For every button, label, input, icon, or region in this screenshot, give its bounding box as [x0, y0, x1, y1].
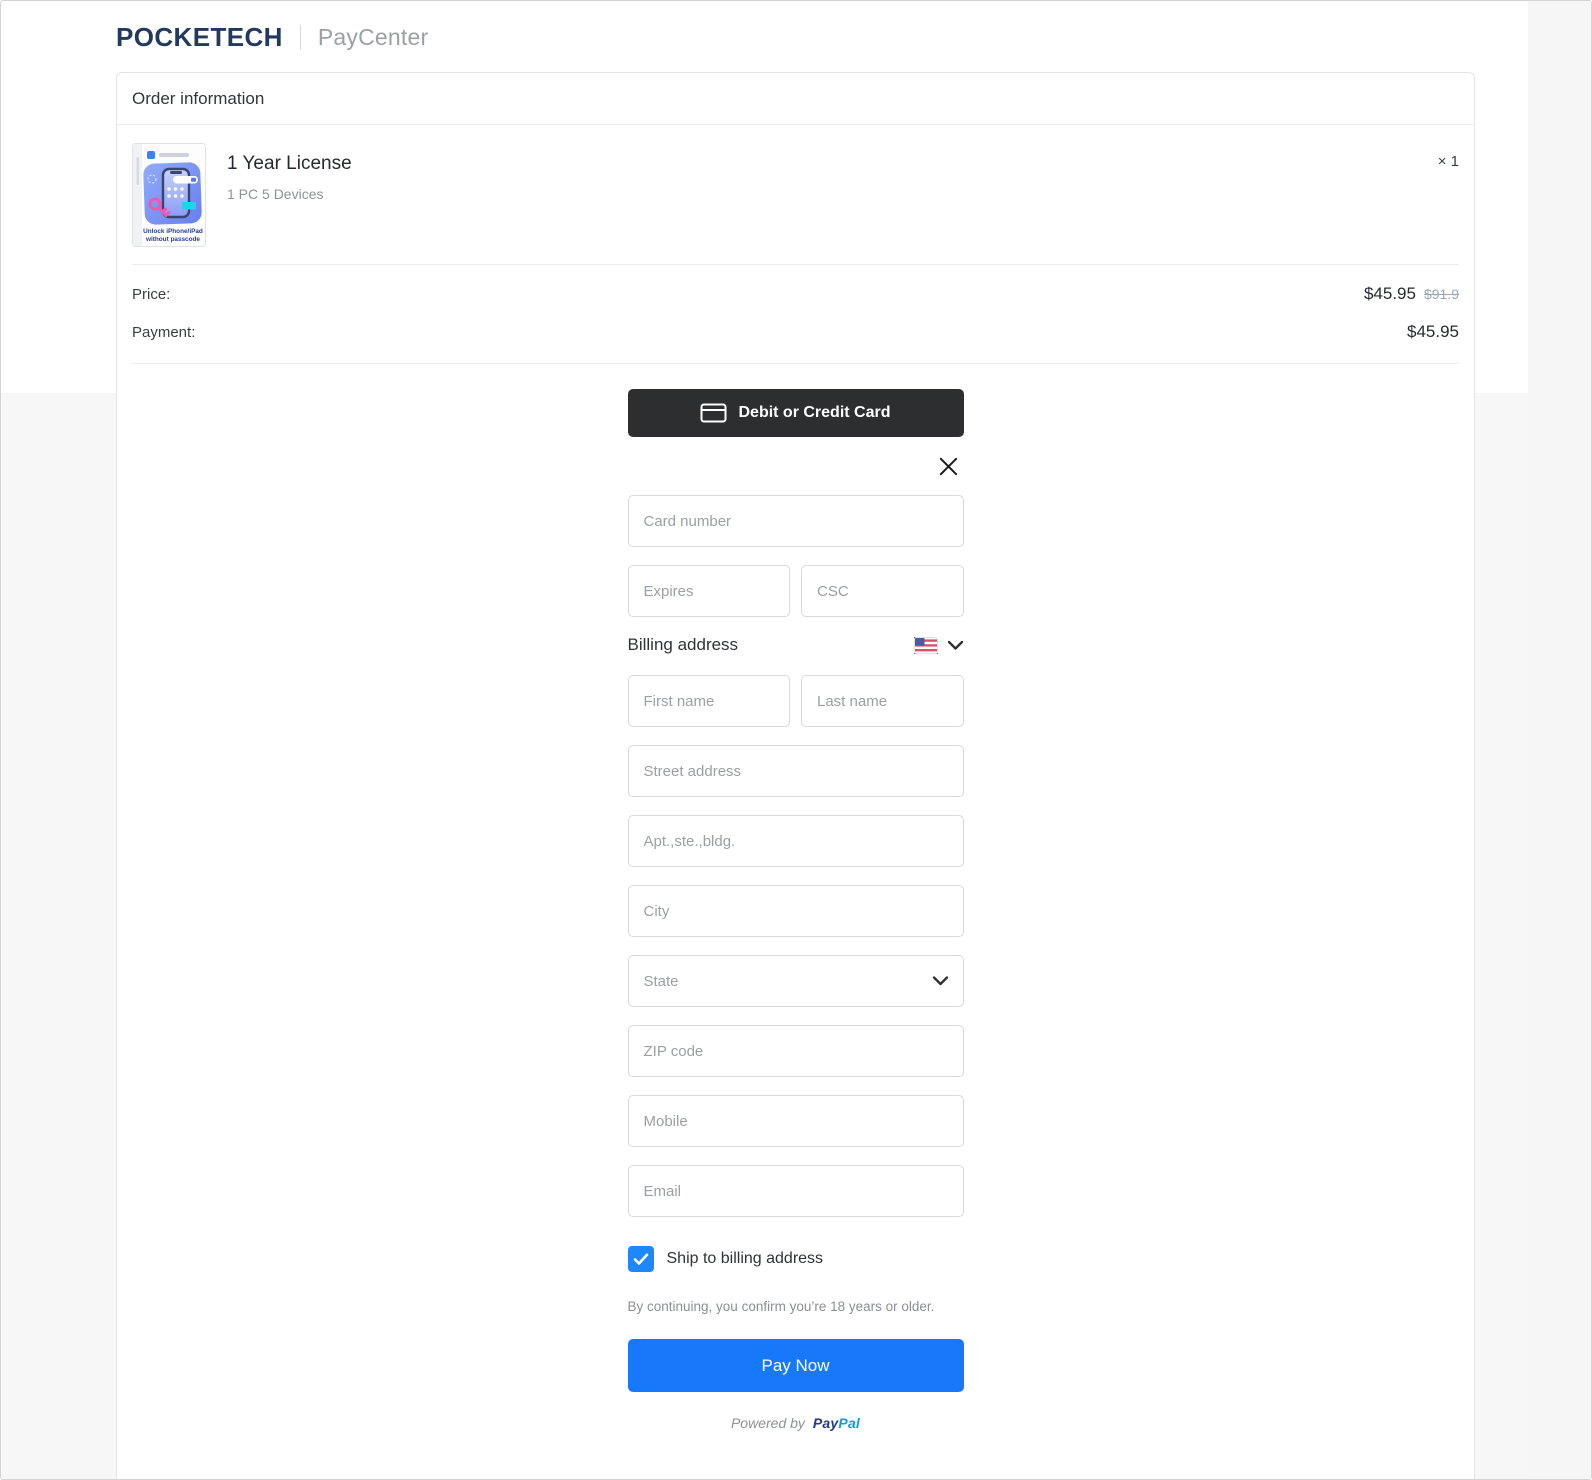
- order-section-title: Order information: [117, 73, 1474, 125]
- brand-divider: [300, 25, 301, 50]
- credit-card-icon: [700, 403, 727, 423]
- top-brand-bar: POCKETECH PayCenter: [116, 22, 428, 53]
- price-original: $91.9: [1424, 286, 1459, 302]
- billing-title: Billing address: [628, 635, 739, 655]
- expires-input[interactable]: [628, 565, 791, 617]
- email-input[interactable]: [628, 1165, 964, 1217]
- divider: [132, 363, 1459, 364]
- payment-form: Debit or Credit Card Billing address: [628, 389, 964, 1431]
- price-row: Price: $45.95 $91.9: [117, 275, 1474, 313]
- state-input[interactable]: [628, 955, 964, 1007]
- mobile-input[interactable]: [628, 1095, 964, 1147]
- first-name-input[interactable]: [628, 675, 791, 727]
- payment-value: $45.95: [1407, 322, 1459, 342]
- country-selector[interactable]: [914, 637, 964, 654]
- box-art-caption-1: Unlock iPhone/iPad: [143, 228, 203, 235]
- app-title: PayCenter: [318, 24, 428, 51]
- product-info: 1 Year License 1 PC 5 Devices: [227, 143, 352, 202]
- amounts-section: Price: $45.95 $91.9 Payment: $45.95: [117, 265, 1474, 363]
- ship-to-billing-checkbox[interactable]: [628, 1246, 654, 1272]
- powered-by-paypal: Powered by PayPal: [628, 1415, 964, 1431]
- chevron-down-icon: [947, 640, 964, 651]
- product-box-image: Unlock iPhone/iPad without passcode: [132, 143, 206, 252]
- card-number-input[interactable]: [628, 495, 964, 547]
- paypal-logo: PayPal: [809, 1415, 860, 1431]
- product-name: 1 Year License: [227, 153, 352, 175]
- state-select[interactable]: [628, 955, 964, 1007]
- billing-header: Billing address: [628, 635, 964, 655]
- debit-credit-card-button-label: Debit or Credit Card: [738, 404, 890, 422]
- price-current: $45.95: [1364, 284, 1416, 304]
- apt-suite-input[interactable]: [628, 815, 964, 867]
- product-row: Unlock iPhone/iPad without passcode 1 Ye…: [117, 125, 1474, 264]
- page: POCKETECH PayCenter Order information: [0, 0, 1592, 1480]
- close-row: [628, 454, 961, 478]
- zip-code-input[interactable]: [628, 1025, 964, 1077]
- order-card: Order information: [116, 72, 1475, 1480]
- payment-label: Payment:: [132, 324, 195, 341]
- ship-to-billing-row[interactable]: Ship to billing address: [628, 1246, 964, 1272]
- brand-logo: POCKETECH: [116, 22, 283, 53]
- ship-to-billing-label: Ship to billing address: [667, 1250, 824, 1268]
- product-quantity: × 1: [1438, 143, 1459, 170]
- pay-now-button-label: Pay Now: [761, 1356, 829, 1376]
- box-art-caption-2: without passcode: [145, 236, 200, 243]
- age-confirmation-note: By continuing, you confirm you’re 18 yea…: [628, 1299, 964, 1314]
- page-background-right: [1528, 1, 1591, 1479]
- street-address-input[interactable]: [628, 745, 964, 797]
- product-spec: 1 PC 5 Devices: [227, 186, 352, 202]
- last-name-input[interactable]: [801, 675, 964, 727]
- us-flag-icon: [914, 637, 938, 654]
- pay-now-button[interactable]: Pay Now: [628, 1339, 964, 1392]
- powered-by-text: Powered by: [731, 1415, 805, 1431]
- city-input[interactable]: [628, 885, 964, 937]
- payment-row: Payment: $45.95: [117, 313, 1474, 351]
- close-icon[interactable]: [937, 454, 961, 478]
- debit-credit-card-button[interactable]: Debit or Credit Card: [628, 389, 964, 437]
- price-label: Price:: [132, 286, 170, 303]
- csc-input[interactable]: [801, 565, 964, 617]
